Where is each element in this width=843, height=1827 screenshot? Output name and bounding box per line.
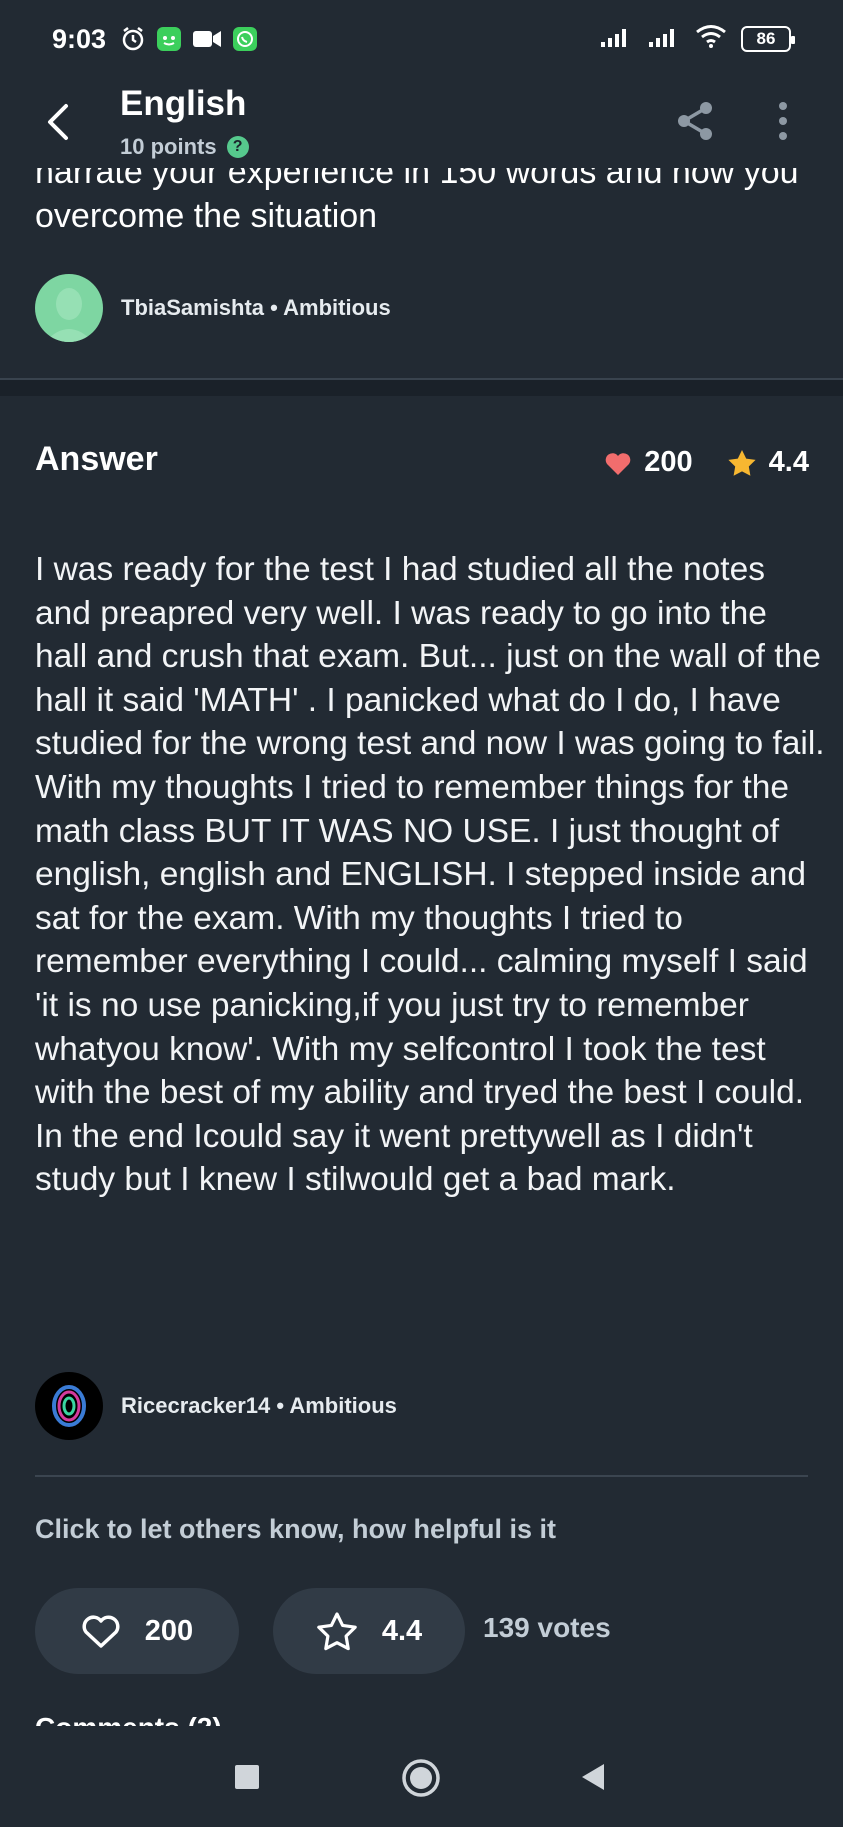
- back-button[interactable]: [38, 100, 82, 144]
- answer-stats: 200 4.4: [604, 446, 809, 479]
- rating-value: 4.4: [768, 446, 809, 478]
- square-icon: [235, 1765, 259, 1789]
- battery-icon: 86: [741, 26, 795, 52]
- avatar: [35, 1372, 103, 1440]
- system-back-button[interactable]: [580, 1762, 606, 1797]
- signal-icon: [647, 24, 681, 55]
- likes-count: 200: [644, 446, 693, 478]
- chevron-left-icon: [48, 104, 68, 140]
- like-count: 200: [144, 1614, 194, 1647]
- swirl-avatar-icon: [52, 1385, 86, 1427]
- question-author-name: TbiaSamishta • Ambitious: [121, 295, 391, 320]
- rating-stat: 4.4: [727, 446, 809, 479]
- triangle-back-icon: [582, 1764, 604, 1790]
- votes-count: 139 votes: [483, 1612, 611, 1643]
- rating-count: 4.4: [381, 1614, 423, 1647]
- answer-body: I was ready for the test I had studied a…: [35, 551, 825, 1199]
- more-vertical-icon: [779, 102, 787, 140]
- status-time: 9:03: [52, 23, 107, 54]
- system-nav-bar: [0, 1728, 843, 1827]
- star-outline-icon: [317, 1612, 357, 1651]
- app-notification-icon: [156, 26, 182, 52]
- star-icon: [728, 449, 756, 476]
- home-button[interactable]: [401, 1758, 441, 1803]
- like-button[interactable]: 200: [35, 1588, 239, 1674]
- answer-author-name: Ricecracker14 • Ambitious: [121, 1393, 397, 1418]
- circle-icon: [402, 1759, 440, 1797]
- share-icon: [678, 102, 712, 140]
- default-avatar-icon: [45, 288, 93, 342]
- answer-heading: Answer: [35, 440, 158, 478]
- status-bar: 9:03 86: [0, 0, 843, 78]
- heart-outline-icon: [82, 1615, 120, 1648]
- points-value: 10 points: [120, 134, 217, 159]
- signal-icon: [599, 24, 633, 55]
- help-icon[interactable]: ?: [226, 136, 249, 158]
- helpful-prompt: Click to let others know, how helpful is…: [35, 1514, 557, 1544]
- avatar: [35, 274, 103, 342]
- question-author[interactable]: TbiaSamishta • Ambitious: [35, 274, 391, 342]
- likes-stat: 200: [604, 446, 693, 479]
- answer-author[interactable]: Ricecracker14 • Ambitious: [35, 1372, 397, 1440]
- section-divider: [0, 378, 843, 396]
- heart-icon: [605, 452, 631, 475]
- rate-button[interactable]: 4.4: [273, 1588, 465, 1674]
- recent-apps-button[interactable]: [234, 1764, 260, 1795]
- points-label: 10 points ?: [120, 134, 249, 160]
- app-header: English 10 points ?: [0, 78, 843, 168]
- more-options-button[interactable]: [770, 98, 796, 144]
- whatsapp-icon: [232, 26, 258, 52]
- wifi-icon: [695, 24, 727, 55]
- share-button[interactable]: [672, 98, 718, 144]
- video-call-icon: [192, 28, 222, 50]
- divider: [35, 1475, 808, 1477]
- comments-link[interactable]: Comments (2): [35, 1712, 335, 1726]
- alarm-icon: [120, 26, 146, 52]
- comments-label: Comments (2): [35, 1712, 222, 1726]
- battery-level: 86: [756, 29, 776, 48]
- page-title: English: [120, 84, 247, 123]
